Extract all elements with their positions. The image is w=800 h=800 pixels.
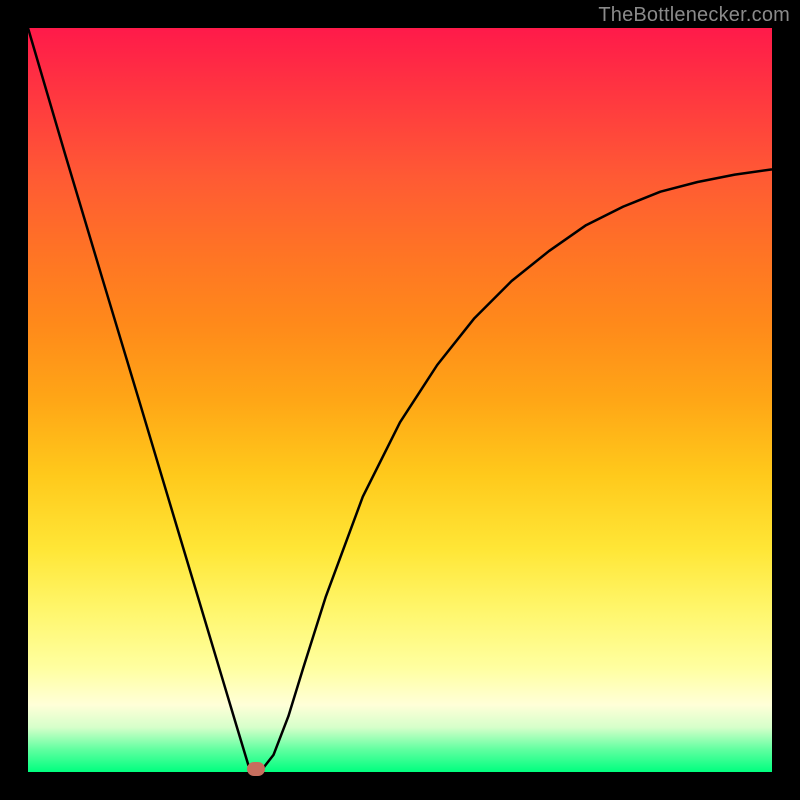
curve-layer (28, 28, 772, 772)
chart-frame: TheBottlenecker.com (0, 0, 800, 800)
bottleneck-curve (28, 28, 772, 772)
minimum-marker (247, 762, 265, 776)
watermark-label: TheBottlenecker.com (598, 4, 790, 27)
